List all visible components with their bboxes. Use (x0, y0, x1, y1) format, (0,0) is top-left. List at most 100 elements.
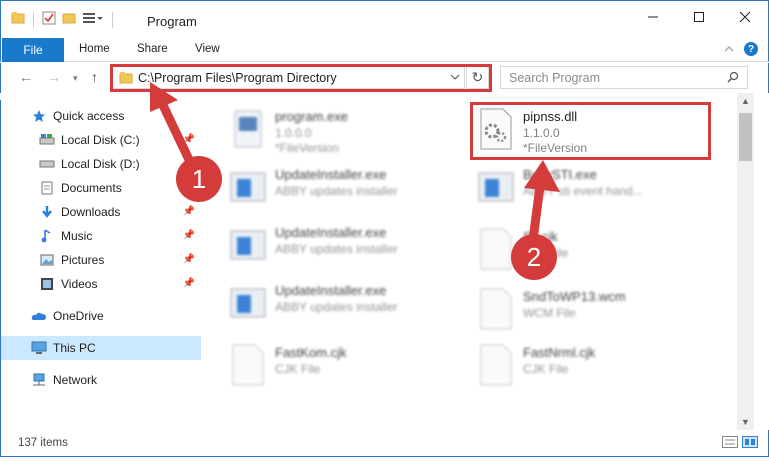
installer-icon (229, 223, 267, 271)
item-count: 137 items (18, 437, 68, 449)
sidebar-item-quick-access[interactable]: Quick access (1, 104, 201, 128)
up-icon[interactable]: ↑ (91, 69, 98, 85)
title-bar: Program (0, 0, 769, 38)
sidebar-item-videos[interactable]: Videos 📌 (1, 272, 201, 296)
exe-file-icon (229, 107, 267, 155)
file-name: SndToWP13.wcm (523, 289, 626, 304)
file-icon (229, 343, 267, 391)
sidebar-item-local-disk-d[interactable]: Local Disk (D:) (1, 152, 201, 176)
file-item[interactable]: UpdateInstaller.exe ABBY updates install… (229, 277, 469, 335)
separator (33, 11, 34, 28)
pin-icon[interactable]: 📌 (183, 278, 195, 289)
sidebar-item-downloads[interactable]: Downloads 📌 (1, 200, 201, 224)
details-view-icon[interactable] (722, 436, 738, 451)
sidebar-item-label: Quick access (53, 109, 125, 123)
file-item[interactable]: FastNrml.cjk CJK File (477, 339, 717, 397)
separator (112, 11, 113, 28)
scrollbar-thumb[interactable] (739, 113, 752, 161)
maximize-icon[interactable] (676, 1, 722, 33)
download-icon (39, 204, 55, 220)
sidebar-item-label: Local Disk (C:) (61, 133, 140, 147)
tab-share[interactable]: Share (137, 43, 168, 55)
window-bottom-edge (0, 456, 769, 472)
music-icon (39, 228, 55, 244)
recent-locations-icon[interactable]: ▾ (73, 73, 78, 84)
large-icons-view-icon[interactable] (742, 436, 758, 451)
drive-icon (39, 156, 55, 172)
sidebar-item-music[interactable]: Music 📌 (1, 224, 201, 248)
sidebar-item-label: OneDrive (53, 309, 104, 323)
back-icon[interactable]: ← (19, 69, 33, 85)
ribbon-controls: ? (724, 42, 758, 56)
properties-icon[interactable] (42, 11, 56, 28)
search-icon[interactable] (727, 71, 739, 86)
tab-file[interactable]: File (2, 38, 64, 62)
file-item[interactable]: UpdateInstaller.exe ABBY updates install… (229, 161, 469, 219)
sidebar-item-label: Music (61, 229, 93, 243)
installer-icon (229, 165, 267, 213)
window-title: Program (147, 14, 197, 29)
file-type: WCM File (523, 306, 576, 320)
window-controls (630, 1, 768, 33)
new-folder-icon[interactable] (62, 11, 76, 28)
sidebar-item-onedrive[interactable]: OneDrive (1, 304, 201, 328)
file-highlight-box (470, 102, 711, 160)
pin-icon[interactable]: 📌 (183, 134, 195, 145)
file-name: BuyySTI.exe (523, 167, 597, 182)
file-name: FastKom.cjk (275, 345, 347, 360)
step-2-badge: 2 (511, 234, 557, 280)
tab-home[interactable]: Home (79, 43, 110, 55)
file-item[interactable]: SndToWP13.wcm WCM File (477, 283, 717, 341)
file-item[interactable]: UpdateInstaller.exe ABBY updates install… (229, 219, 469, 277)
drive-icon (39, 132, 55, 148)
quick-access-toolbar (11, 11, 115, 28)
sidebar-item-documents[interactable]: Documents (1, 176, 201, 200)
sidebar-item-this-pc[interactable]: This PC (1, 336, 201, 360)
forward-icon[interactable]: → (47, 69, 61, 85)
search-input[interactable]: Search Program (500, 66, 748, 89)
file-name: FastNrml.cjk (523, 345, 596, 360)
pin-icon[interactable]: 📌 (183, 254, 195, 265)
sidebar-item-label: Network (53, 373, 98, 387)
expand-ribbon-icon[interactable] (724, 42, 734, 56)
status-bar: 137 items (0, 430, 769, 456)
file-name: UpdateInstaller.exe (275, 167, 387, 182)
folder-icon[interactable] (11, 11, 25, 28)
documents-icon (39, 180, 55, 196)
file-description: ABBY updates installer (275, 242, 398, 256)
file-type: CJK File (523, 362, 569, 376)
ribbon: File Home Share View ? (0, 38, 769, 62)
file-item[interactable]: BuyySTI.exe ABBY sti event hand... (477, 161, 717, 219)
file-description: ABBY sti event hand... (523, 184, 643, 198)
sidebar-item-network[interactable]: Network (1, 368, 201, 392)
sidebar-item-label: Videos (61, 277, 98, 291)
help-icon[interactable]: ? (744, 42, 758, 56)
search-placeholder: Search Program (509, 71, 601, 85)
sidebar-item-label: Pictures (61, 253, 105, 267)
sidebar-item-local-disk-c[interactable]: Local Disk (C:) 📌 (1, 128, 201, 152)
network-icon (31, 372, 47, 388)
file-icon (477, 287, 515, 335)
pin-icon[interactable]: 📌 (183, 230, 195, 241)
file-icon (477, 227, 515, 275)
file-name: UpdateInstaller.exe (275, 283, 387, 298)
close-icon[interactable] (722, 1, 768, 33)
sidebar-item-label: Downloads (61, 205, 121, 219)
minimize-icon[interactable] (630, 1, 676, 33)
sidebar-item-pictures[interactable]: Pictures 📌 (1, 248, 201, 272)
scroll-up-icon[interactable]: ▲ (741, 96, 750, 106)
file-version: 1.0.0.0 (275, 126, 312, 140)
videos-icon (39, 276, 55, 292)
file-item[interactable]: program.exe 1.0.0.0 *FileVersion (229, 103, 469, 161)
vertical-scrollbar[interactable]: ▲ ▼ (737, 93, 754, 430)
customize-toolbar-icon[interactable] (82, 11, 104, 28)
file-name: program.exe (275, 109, 348, 124)
installer-icon (477, 165, 515, 213)
installer-icon (229, 281, 267, 329)
tab-view[interactable]: View (195, 43, 220, 55)
view-switcher (722, 436, 758, 451)
file-item[interactable]: FastKom.cjk CJK File (229, 339, 469, 397)
pin-icon[interactable]: 📌 (183, 206, 195, 217)
cloud-icon (31, 308, 47, 324)
scroll-down-icon[interactable]: ▼ (741, 417, 750, 427)
